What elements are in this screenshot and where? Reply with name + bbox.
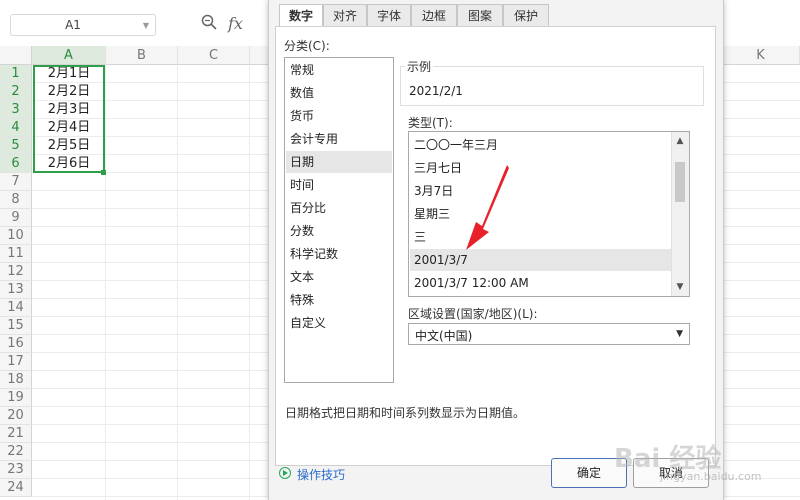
- watermark-url: jingyan.baidu.com: [660, 470, 762, 483]
- annotation-arrow-icon: [466, 165, 509, 250]
